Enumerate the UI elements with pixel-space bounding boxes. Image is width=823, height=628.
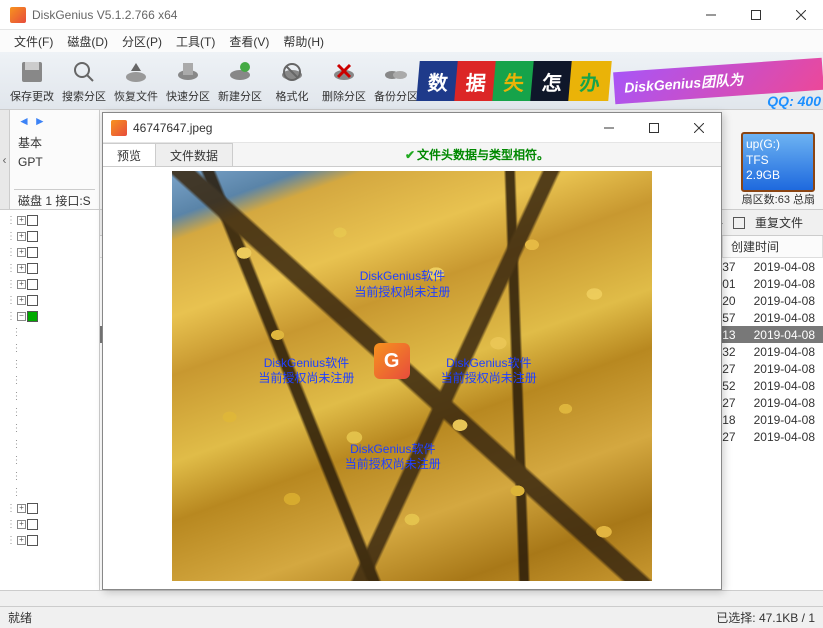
preview-tabs: 预览 文件数据 文件头数据与类型相符。 [103,143,721,167]
tree-checkbox[interactable] [27,503,38,514]
minimize-button[interactable] [688,0,733,29]
menu-help[interactable]: 帮助(H) [277,31,330,52]
tree-checkbox[interactable] [27,263,38,274]
tree-expand-icon[interactable]: + [17,520,26,529]
tab-preview[interactable]: 预览 [103,143,156,166]
quick-partition-button[interactable]: 快速分区 [162,58,214,104]
preview-icon [111,120,127,136]
menubar: 文件(F) 磁盘(D) 分区(P) 工具(T) 查看(V) 帮助(H) [0,30,823,52]
tree-expand-icon[interactable]: + [17,280,26,289]
directory-tree[interactable]: ⋮+ ⋮+ ⋮+ ⋮+ ⋮+ ⋮+ ⋮− ⋮ ⋮ ⋮ ⋮ ⋮ ⋮ ⋮ ⋮ ⋮ ⋮… [0,210,100,598]
new-partition-button[interactable]: 新建分区 [214,58,266,104]
app-title: DiskGenius V5.1.2.766 x64 [32,8,688,22]
tree-checkbox[interactable] [27,247,38,258]
banner-char: 失 [492,61,535,101]
format-icon [278,58,306,86]
format-button[interactable]: 格式化 [266,58,318,104]
disk-nav: ◄ ► 基本 GPT 磁盘 1 接口:S [10,110,100,209]
tree-checkbox[interactable] [27,215,38,226]
partition-fs: TFS [746,153,810,169]
recover-button[interactable]: 恢复文件 [110,58,162,104]
preview-window: 46747647.jpeg 预览 文件数据 文件头数据与类型相符。 DiskGe… [102,112,722,590]
tree-expand-icon[interactable]: + [17,504,26,513]
close-button[interactable] [778,0,823,29]
preview-titlebar[interactable]: 46747647.jpeg [103,113,721,143]
forward-arrow-icon[interactable]: ► [34,114,46,128]
menu-disk[interactable]: 磁盘(D) [61,31,114,52]
menu-partition[interactable]: 分区(P) [116,31,168,52]
promo-banner: 数 据 失 怎 办 DiskGenius团队为 [420,52,823,110]
save-button[interactable]: 保存更改 [6,58,58,104]
search-partition-button[interactable]: 搜索分区 [58,58,110,104]
menu-view[interactable]: 查看(V) [223,31,275,52]
tree-checkbox[interactable] [27,519,38,530]
delete-partition-button[interactable]: 删除分区 [318,58,370,104]
statusbar: 就绪 已选择: 47.1KB / 1 [0,606,823,628]
watermark-text: DiskGenius软件当前授权尚未注册 [441,356,537,387]
selection-text: 已选择: 47.1KB / 1 [716,609,815,626]
sector-info: 扇区数:63 总扇 [742,191,815,207]
maximize-button[interactable] [733,0,778,29]
preview-title: 46747647.jpeg [133,121,586,135]
tree-expand-icon[interactable]: + [17,232,26,241]
watermark-text: DiskGenius软件当前授权尚未注册 [345,442,441,473]
watermark-text: DiskGenius软件当前授权尚未注册 [354,269,450,300]
tree-expand-icon[interactable]: + [17,248,26,257]
tab-filedata[interactable]: 文件数据 [156,143,233,166]
partition-name: up(G:) [746,137,810,153]
preview-close-button[interactable] [676,113,721,142]
collapse-handle[interactable]: ‹ [0,110,10,209]
watermark-text: DiskGenius软件当前授权尚未注册 [258,356,354,387]
tree-checkbox[interactable] [27,231,38,242]
main-titlebar: DiskGenius V5.1.2.766 x64 [0,0,823,30]
save-icon [18,58,46,86]
qq-text: QQ: 400 [767,93,821,109]
tree-checkbox[interactable] [27,279,38,290]
tree-checkbox[interactable] [27,295,38,306]
nav-gpt[interactable]: GPT [14,153,95,171]
recover-icon [122,58,150,86]
toolbar: 保存更改 搜索分区 恢复文件 快速分区 新建分区 格式化 删除分区 备份分区 数… [0,52,823,110]
backup-icon [382,58,410,86]
watermark-logo-icon: G [374,343,410,379]
dup-checkbox[interactable] [733,217,745,229]
tree-collapse-icon[interactable]: − [17,312,26,321]
disk-info: 磁盘 1 接口:S [14,189,95,211]
banner-char: 数 [416,61,459,101]
quick-partition-icon [174,58,202,86]
partition-block[interactable]: up(G:) TFS 2.9GB [741,132,815,192]
banner-char: 据 [454,61,497,101]
tree-expand-icon[interactable]: + [17,264,26,273]
tree-expand-icon[interactable]: + [17,296,26,305]
tree-checkbox[interactable] [27,311,38,322]
col-create-time[interactable]: 创建时间 [723,236,823,257]
status-text: 就绪 [8,609,32,626]
preview-status-msg: 文件头数据与类型相符。 [233,143,721,166]
menu-file[interactable]: 文件(F) [8,31,59,52]
tree-checkbox[interactable] [27,535,38,546]
menu-tools[interactable]: 工具(T) [170,31,221,52]
tree-expand-icon[interactable]: + [17,536,26,545]
banner-char: 怎 [530,61,573,101]
horizontal-scrollbar[interactable] [0,590,823,606]
app-icon [10,7,26,23]
preview-minimize-button[interactable] [586,113,631,142]
preview-image: DiskGenius软件当前授权尚未注册 DiskGenius软件当前授权尚未注… [172,171,652,581]
new-partition-icon [226,58,254,86]
tree-expand-icon[interactable]: + [17,216,26,225]
back-arrow-icon[interactable]: ◄ [18,114,30,128]
magnifier-icon [70,58,98,86]
partition-size: 2.9GB [746,168,810,184]
banner-char: 办 [568,61,611,101]
nav-arrows: ◄ ► [14,114,95,128]
nav-basic[interactable]: 基本 [14,132,95,153]
dup-label: 重复文件 [755,214,803,231]
backup-button[interactable]: 备份分区 [370,58,422,104]
preview-maximize-button[interactable] [631,113,676,142]
delete-icon [330,58,358,86]
